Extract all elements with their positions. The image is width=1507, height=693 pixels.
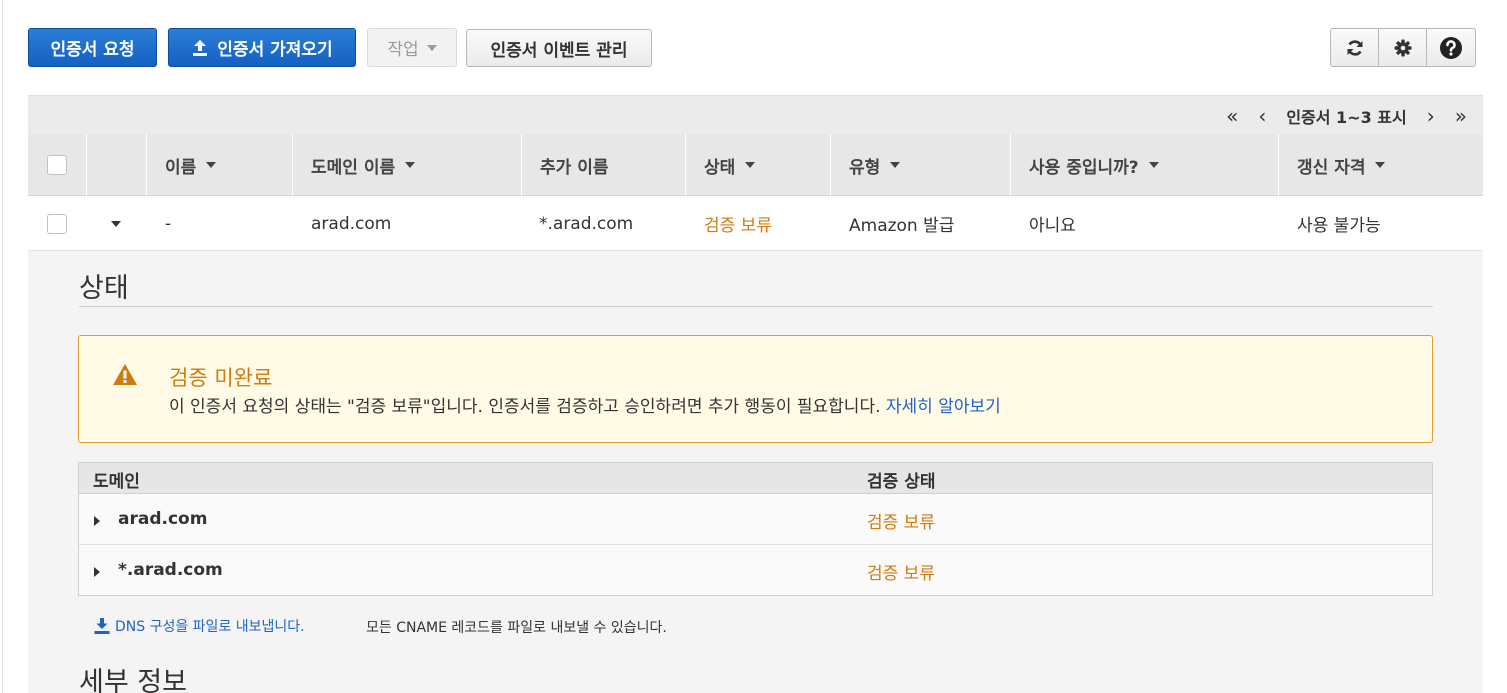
alert-title: 검증 미완료 xyxy=(169,366,273,390)
row-checkbox[interactable] xyxy=(47,213,67,234)
refresh-button[interactable] xyxy=(1330,28,1379,67)
last-page-icon[interactable]: » xyxy=(1455,104,1467,128)
column-header-type[interactable]: 유형 xyxy=(830,134,1010,196)
export-note: 모든 CNAME 레코드를 파일로 내보낼 수 있습니다. xyxy=(366,620,667,636)
table-header: 이름 도메인 이름 추가 이름 상태 유형 사용 중입니까? 갱신 자격 xyxy=(28,134,1483,196)
next-page-icon[interactable]: › xyxy=(1427,104,1435,128)
sort-down-icon xyxy=(745,162,756,168)
request-certificate-button[interactable]: 인증서 요청 xyxy=(28,28,157,67)
download-icon xyxy=(94,618,110,634)
column-header-additional-names: 추가 이름 xyxy=(521,134,685,196)
validation-status-column-header: 검증 상태 xyxy=(867,472,936,492)
warning-icon xyxy=(113,364,137,385)
settings-button[interactable] xyxy=(1378,28,1427,67)
actions-dropdown[interactable]: 작업 xyxy=(367,28,457,67)
import-certificate-button[interactable]: 인증서 가져오기 xyxy=(168,28,356,67)
chevron-down-icon xyxy=(426,44,437,51)
expand-caret-right-icon[interactable] xyxy=(94,516,100,526)
select-all-cell xyxy=(28,134,86,196)
sort-down-icon xyxy=(890,162,901,168)
pagination-label: 인증서 1~3 표시 xyxy=(1286,108,1407,127)
sort-down-icon xyxy=(405,162,416,168)
alert-message-text: 이 인증서 요청의 상태는 "검증 보류"입니다. 인증서를 검증하고 승인하려… xyxy=(169,397,881,417)
help-icon xyxy=(1440,36,1462,59)
divider xyxy=(79,306,1433,307)
domain-validation-table: 도메인 검증 상태 arad.com 검증 보류 *.arad.com 검증 보… xyxy=(78,462,1433,596)
alert-message: 이 인증서 요청의 상태는 "검증 보류"입니다. 인증서를 검증하고 승인하려… xyxy=(169,392,1001,417)
sort-down-icon xyxy=(206,162,217,168)
row-expand-chevron-down-icon[interactable] xyxy=(111,220,121,227)
actions-label: 작업 xyxy=(387,40,419,60)
refresh-icon xyxy=(1347,39,1362,56)
export-dns-link[interactable]: DNS 구성을 파일로 내보냅니다. xyxy=(93,616,305,636)
validation-warning-alert: 검증 미완료 이 인증서 요청의 상태는 "검증 보류"입니다. 인증서를 검증… xyxy=(78,335,1433,443)
row-name: - xyxy=(165,213,172,234)
column-header-status[interactable]: 상태 xyxy=(685,134,830,196)
gear-icon xyxy=(1394,39,1411,56)
domain-row-status: 검증 보류 xyxy=(867,513,935,533)
sort-down-icon xyxy=(1148,162,1159,168)
table-row[interactable]: - arad.com *.arad.com 검증 보류 Amazon 발급 아니… xyxy=(28,196,1483,251)
manage-events-label: 인증서 이벤트 관리 xyxy=(490,40,628,61)
import-certificate-label: 인증서 가져오기 xyxy=(217,40,333,60)
manage-events-button[interactable]: 인증서 이벤트 관리 xyxy=(466,29,652,67)
request-certificate-label: 인증서 요청 xyxy=(50,40,135,60)
domain-row[interactable]: *.arad.com 검증 보류 xyxy=(79,545,1432,596)
page-left-border xyxy=(2,0,3,693)
status-heading: 상태 xyxy=(79,273,129,304)
row-type: Amazon 발급 xyxy=(849,216,955,236)
select-all-checkbox[interactable] xyxy=(47,155,67,175)
domain-row[interactable]: arad.com 검증 보류 xyxy=(79,494,1432,545)
first-page-icon[interactable]: « xyxy=(1226,104,1238,128)
export-dns-label: DNS 구성을 파일로 내보냅니다. xyxy=(115,619,305,635)
learn-more-link[interactable]: 자세히 알아보기 xyxy=(886,397,1001,417)
column-header-name[interactable]: 이름 xyxy=(146,134,292,196)
expand-caret-right-icon[interactable] xyxy=(94,567,100,577)
domain-row-name: arad.com xyxy=(118,509,208,529)
expand-column-header xyxy=(86,134,146,196)
row-additional-names: *.arad.com xyxy=(539,213,634,234)
help-button[interactable] xyxy=(1426,28,1476,67)
domain-row-status: 검증 보류 xyxy=(867,564,935,584)
row-domain: arad.com xyxy=(311,213,392,234)
domain-row-name: *.arad.com xyxy=(118,560,223,580)
sort-down-icon xyxy=(1375,162,1386,168)
domain-column-header: 도메인 xyxy=(93,472,140,492)
domain-table-header: 도메인 검증 상태 xyxy=(79,463,1432,494)
column-header-renewal[interactable]: 갱신 자격 xyxy=(1278,134,1483,196)
previous-page-icon[interactable]: ‹ xyxy=(1258,104,1266,128)
pagination-bar: « ‹ 인증서 1~3 표시 › » xyxy=(28,95,1483,134)
details-heading: 세부 정보 xyxy=(79,667,187,693)
column-header-in-use[interactable]: 사용 중입니까? xyxy=(1010,134,1278,196)
column-header-domain[interactable]: 도메인 이름 xyxy=(292,134,521,196)
row-status: 검증 보류 xyxy=(704,216,772,236)
upload-icon xyxy=(193,39,208,56)
row-in-use: 아니요 xyxy=(1029,216,1076,236)
row-renewal: 사용 불가능 xyxy=(1297,216,1381,236)
